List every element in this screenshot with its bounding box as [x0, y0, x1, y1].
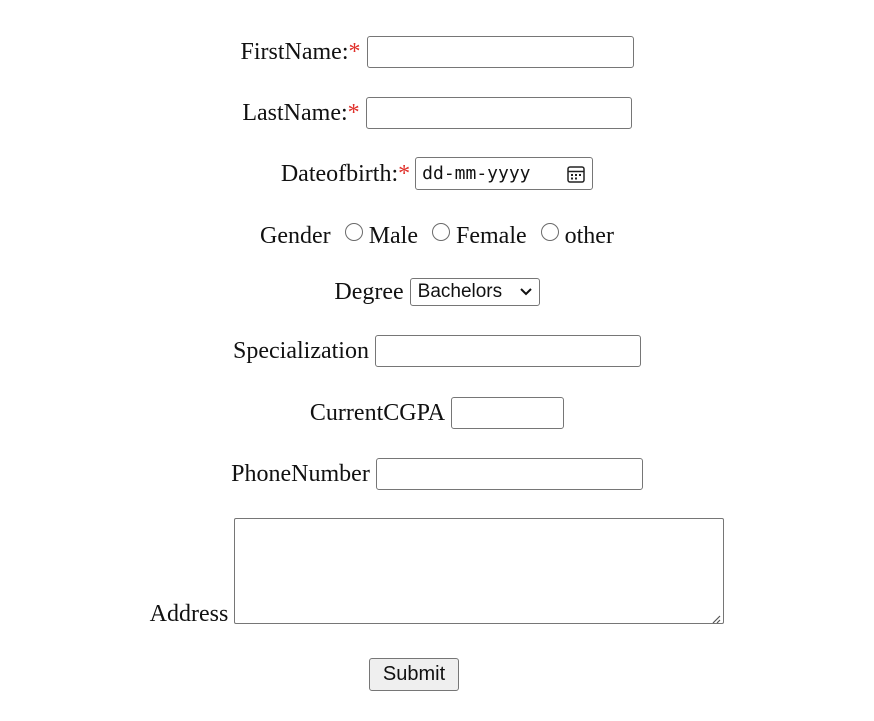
gender-female-radio[interactable]: [432, 223, 450, 241]
address-row: Address: [0, 518, 874, 627]
gender-other-radio[interactable]: [540, 223, 559, 241]
required-mark: *: [348, 39, 361, 65]
gender-label: Gender: [260, 223, 331, 249]
phone-input[interactable]: [375, 458, 643, 490]
submit-row: Submit: [0, 658, 874, 691]
gender-other-label: other: [564, 223, 614, 249]
gender-female-label: Female: [456, 223, 527, 249]
required-mark: *: [347, 100, 360, 126]
degree-selected-value: Bachelors: [417, 281, 503, 302]
address-label: Address: [149, 601, 229, 627]
cgpa-input[interactable]: [451, 397, 565, 429]
degree-select[interactable]: Bachelors: [409, 278, 540, 306]
last-name-row: LastName:*: [0, 97, 874, 129]
degree-row: Degree Bachelors: [0, 278, 874, 306]
address-textarea[interactable]: [234, 518, 725, 624]
specialization-row: Specialization: [0, 335, 874, 367]
specialization-label: Specialization: [233, 338, 369, 364]
degree-label: Degree: [334, 279, 404, 305]
resize-grip-icon[interactable]: [711, 611, 721, 624]
gender-male-radio[interactable]: [344, 223, 363, 241]
first-name-input[interactable]: [366, 36, 634, 68]
required-mark: *: [398, 160, 411, 187]
calendar-icon[interactable]: [566, 164, 586, 184]
dob-row: Dateofbirth:* dd-mm-yyyy: [0, 157, 874, 190]
last-name-input[interactable]: [365, 97, 632, 129]
phone-row: PhoneNumber: [0, 458, 874, 490]
cgpa-row: CurrentCGPA: [0, 397, 874, 429]
phone-label: PhoneNumber: [231, 461, 370, 487]
gender-male-label: Male: [368, 223, 418, 249]
specialization-input[interactable]: [374, 335, 641, 367]
dob-placeholder: dd-mm-yyyy: [422, 162, 531, 184]
cgpa-label: CurrentCGPA: [309, 400, 446, 426]
chevron-down-icon: [519, 287, 533, 297]
submit-button[interactable]: Submit: [369, 658, 459, 691]
first-name-row: FirstName:*: [0, 36, 874, 68]
dob-label: Dateofbirth:*: [280, 160, 411, 187]
first-name-label: FirstName:*: [240, 39, 361, 65]
dob-input[interactable]: dd-mm-yyyy: [415, 157, 594, 190]
last-name-label: LastName:*: [242, 100, 360, 126]
gender-row: Gender Male Female other: [0, 222, 874, 250]
